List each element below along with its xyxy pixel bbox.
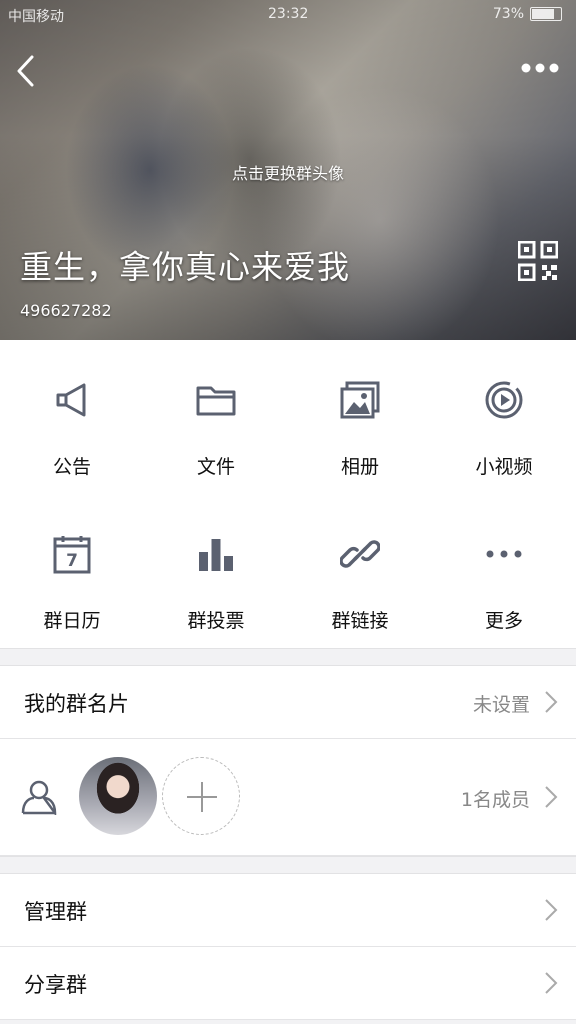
feature-label: 文件 <box>196 456 235 478</box>
add-member-button[interactable] <box>162 757 240 835</box>
members-row[interactable]: 1名成员 <box>0 739 576 856</box>
plus-icon <box>187 782 217 812</box>
chevron-right-icon <box>545 972 558 994</box>
member-count: 1名成员 <box>460 789 530 811</box>
feature-album[interactable]: 相册 <box>288 340 432 494</box>
feature-label: 相册 <box>340 456 379 478</box>
qr-code-icon[interactable] <box>518 241 558 281</box>
member-avatar[interactable] <box>79 757 157 835</box>
status-bar: 中国移动 23:32 73% <box>0 0 576 32</box>
feature-short-video[interactable]: 小视频 <box>432 340 576 494</box>
more-options-icon[interactable] <box>520 62 560 74</box>
chevron-right-icon <box>545 691 558 713</box>
group-id: 496627282 <box>20 301 112 320</box>
chevron-right-icon <box>545 786 558 808</box>
group-name: 重生，拿你真心来爱我 <box>20 248 351 286</box>
video-icon <box>485 381 523 419</box>
feature-grid: 公告 文件 相册 小视频 7 群日历 群投票 群链接 更多 <box>0 340 576 648</box>
clock-text: 23:32 <box>268 6 309 22</box>
megaphone-icon <box>56 383 86 417</box>
feature-more[interactable]: 更多 <box>432 494 576 648</box>
feature-label: 群投票 <box>187 610 245 632</box>
feature-label: 更多 <box>484 610 523 632</box>
feature-label: 群链接 <box>331 610 389 632</box>
feature-label: 公告 <box>52 456 91 478</box>
change-avatar-hint[interactable]: 点击更换群头像 <box>0 160 576 184</box>
feature-calendar[interactable]: 7 群日历 <box>0 494 144 648</box>
link-icon <box>340 540 380 568</box>
carrier-text: 中国移动 <box>8 9 64 25</box>
more-dots-icon <box>486 550 522 558</box>
my-group-card-row[interactable]: 我的群名片 未设置 <box>0 666 576 739</box>
battery-text: 73% <box>492 6 524 22</box>
chevron-right-icon <box>545 899 558 921</box>
feature-files[interactable]: 文件 <box>144 340 288 494</box>
share-group-title: 分享群 <box>24 973 87 997</box>
folder-icon <box>196 386 236 416</box>
feature-vote[interactable]: 群投票 <box>144 494 288 648</box>
my-group-card-title: 我的群名片 <box>24 692 129 716</box>
members-icon <box>21 780 57 815</box>
feature-link[interactable]: 群链接 <box>288 494 432 648</box>
feature-announcement[interactable]: 公告 <box>0 340 144 494</box>
calendar-icon: 7 <box>53 536 91 574</box>
album-icon <box>340 381 380 419</box>
manage-group-title: 管理群 <box>24 900 87 924</box>
feature-label: 小视频 <box>475 456 533 478</box>
battery-icon <box>530 7 562 21</box>
group-header[interactable]: 中国移动 23:32 73% 点击更换群头像 重生，拿你真心来爱我 496627… <box>0 0 576 340</box>
my-group-card-value: 未设置 <box>472 694 530 716</box>
calendar-day-number: 7 <box>66 551 78 571</box>
vote-chart-icon <box>199 539 233 571</box>
manage-group-row[interactable]: 管理群 <box>0 874 576 947</box>
feature-label: 群日历 <box>43 610 101 632</box>
section-divider <box>0 856 576 874</box>
share-group-row[interactable]: 分享群 <box>0 947 576 1020</box>
section-divider <box>0 648 576 666</box>
back-arrow-icon[interactable] <box>14 54 40 88</box>
